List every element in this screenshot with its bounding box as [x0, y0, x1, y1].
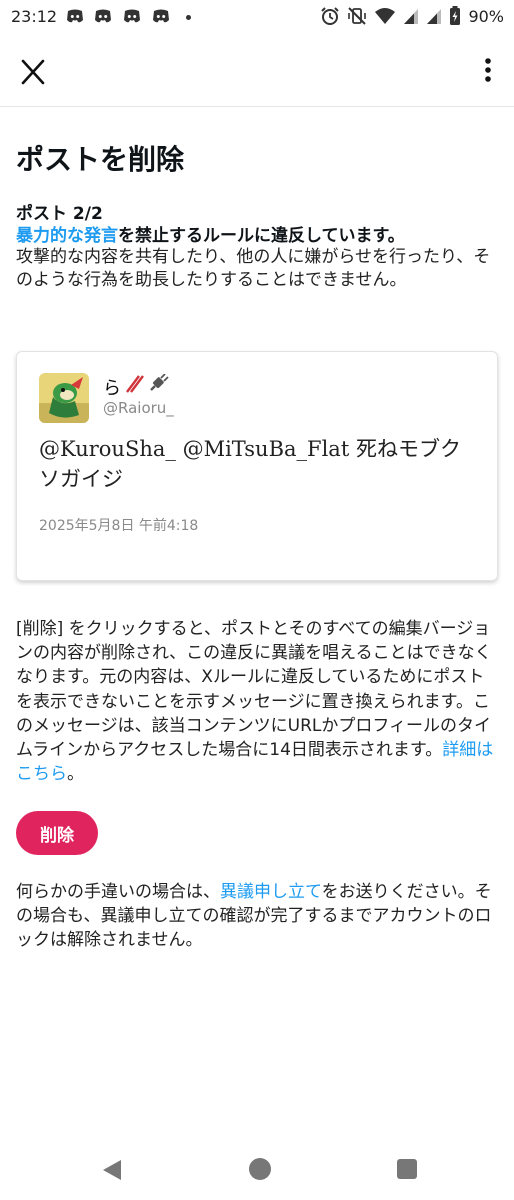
alarm-icon — [321, 7, 340, 25]
display-name-emoji — [126, 374, 169, 393]
wifi-icon — [375, 8, 396, 24]
discord-icon — [67, 9, 83, 23]
post-timestamp: 2025年5月8日 午前4:18 — [39, 518, 199, 534]
top-bar — [0, 36, 514, 107]
post-card: ら @Raioru_ @KurouSha_ @MiTsuBa_Flat 死ねモブ… — [16, 351, 498, 581]
post-counter: ポスト 2/2 — [16, 204, 103, 224]
page-title: ポストを削除 — [16, 143, 185, 176]
appeal-text-before: 何らかの手違いの場合は、 — [16, 882, 220, 902]
system-nav-bar — [0, 1138, 514, 1200]
recents-icon[interactable] — [397, 1159, 417, 1179]
delete-explanation: [削除] をクリックすると、ポストとそのすべての編集バージョンの内容が削除され、… — [16, 617, 500, 786]
discord-icon — [95, 9, 111, 23]
x-logo-icon[interactable] — [18, 52, 48, 88]
post-handle: @Raioru_ — [103, 399, 174, 417]
violation-description: 攻撃的な内容を共有したり、他の人に嫌がらせを行ったり、そのような行為を助長したり… — [16, 247, 491, 290]
discord-icon — [124, 9, 140, 23]
post-text: @KurouSha_ @MiTsuBa_Flat 死ねモブクソガイジ — [39, 437, 461, 491]
violation-rule-link[interactable]: 暴力的な発言 — [16, 226, 118, 246]
status-bar: 23:12 90% — [0, 0, 514, 36]
home-icon[interactable] — [249, 1158, 271, 1180]
avatar — [39, 373, 89, 423]
delete-explanation-tail: 。 — [67, 764, 84, 785]
battery-percentage: 90% — [468, 6, 504, 26]
more-vertical-icon[interactable] — [478, 56, 498, 86]
post-display-name: ら — [103, 378, 121, 399]
back-icon[interactable] — [101, 1158, 123, 1182]
vibrate-off-icon — [348, 7, 367, 25]
status-icons: 90% — [320, 6, 504, 26]
signal-icon — [404, 9, 419, 24]
more-notifications-dot — [186, 15, 191, 20]
status-time: 23:12 — [11, 7, 58, 26]
signal-icon — [427, 9, 442, 24]
delete-button[interactable]: 削除 — [16, 811, 98, 855]
delete-explanation-text: [削除] をクリックすると、ポストとそのすべての編集バージョンの内容が削除され、… — [16, 619, 492, 761]
appeal-notice: 何らかの手違いの場合は、異議申し立てをお送りください。その場合も、異議申し立ての… — [16, 880, 500, 952]
discord-icon — [153, 9, 169, 23]
violation-summary: 暴力的な発言を禁止するルールに違反しています。 — [16, 224, 502, 248]
battery-charging-icon — [450, 6, 461, 25]
appeal-link[interactable]: 異議申し立て — [220, 882, 322, 902]
violation-summary-text: を禁止するルールに違反しています。 — [118, 226, 405, 246]
